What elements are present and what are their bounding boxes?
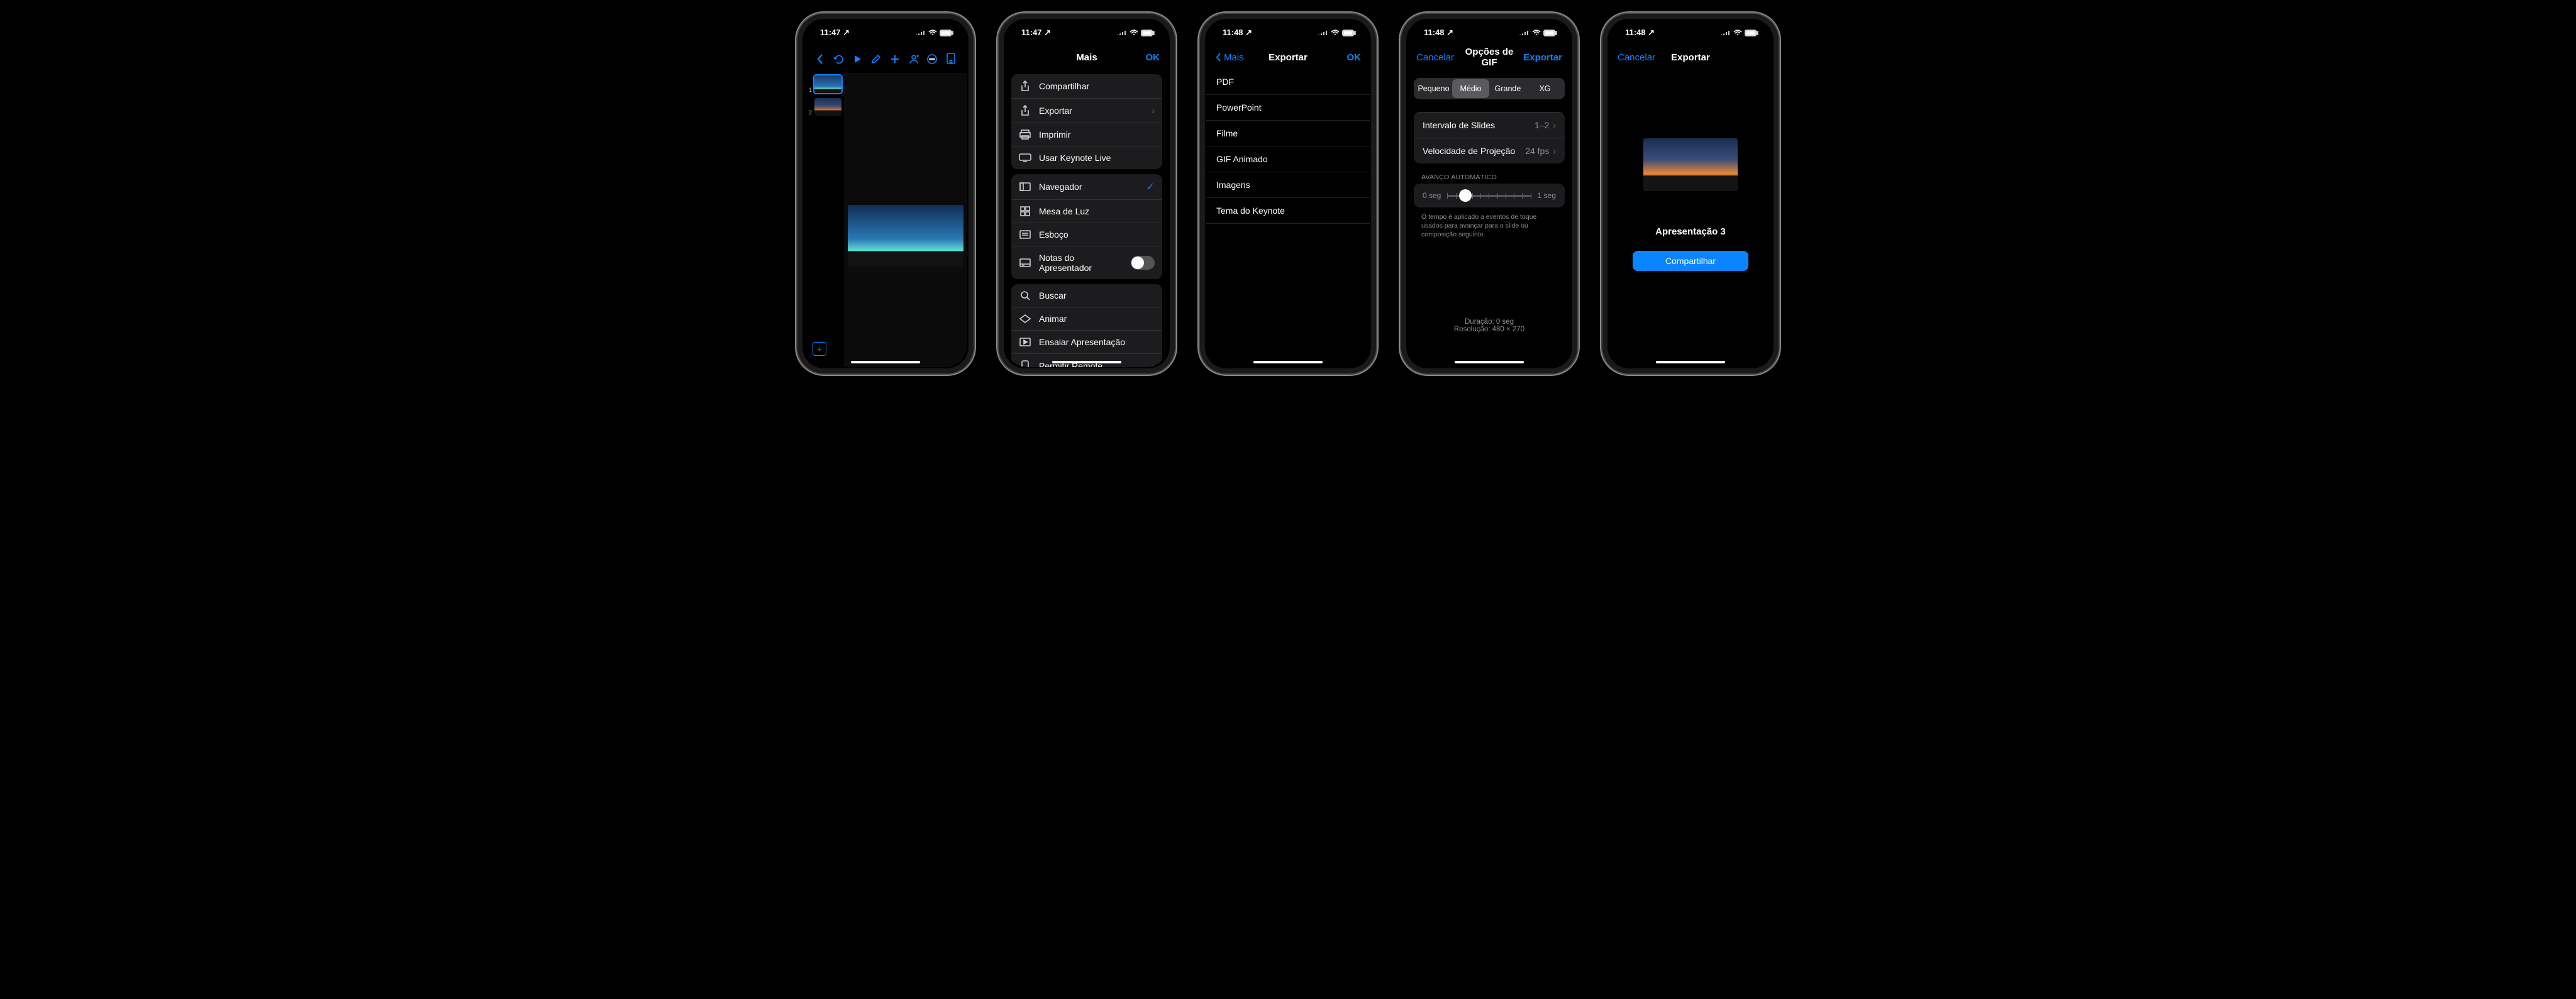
battery-icon [940, 30, 953, 36]
remote-icon [1019, 360, 1031, 367]
collab-icon[interactable] [908, 53, 920, 65]
auto-advance-slider[interactable]: 0 seg 1 seg [1414, 184, 1565, 207]
wifi-icon [1532, 30, 1541, 36]
seg-medium[interactable]: Médio [1452, 79, 1489, 98]
share-row[interactable]: Compartilhar [1011, 74, 1162, 98]
print-row[interactable]: Imprimir [1011, 123, 1162, 146]
grid-icon [1019, 206, 1031, 216]
export-info: Duração: 0 seg Resolução: 480 × 270 [1407, 318, 1571, 367]
export-row[interactable]: Exportar › [1011, 98, 1162, 123]
export-filename: Apresentação 3 [1655, 226, 1726, 237]
search-icon [1019, 290, 1031, 301]
phone-more-menu: 11:47 ↗ Mais OK Compartilhar Exportar [997, 13, 1176, 375]
share-button[interactable]: Compartilhar [1633, 251, 1748, 271]
outline-icon [1019, 230, 1031, 239]
battery-icon [1141, 30, 1155, 36]
wifi-icon [1130, 30, 1138, 36]
undo-icon[interactable] [833, 53, 845, 65]
battery-icon [1543, 30, 1557, 36]
animate-row[interactable]: Animar [1011, 307, 1162, 330]
rehearse-icon [1019, 338, 1031, 346]
export-powerpoint-row[interactable]: PowerPoint [1206, 95, 1370, 121]
battery-icon [1342, 30, 1356, 36]
export-button[interactable]: Exportar [1522, 52, 1562, 63]
wifi-icon [928, 30, 937, 36]
slider-thumb[interactable] [1459, 189, 1472, 202]
auto-advance-footnote: O tempo é aplicado a eventos de toque us… [1407, 207, 1571, 245]
cancel-button[interactable]: Cancelar [1416, 52, 1457, 63]
slide-navigator[interactable]: 1 2 [804, 73, 844, 367]
page-title: Mais [1054, 52, 1119, 63]
share-icon [1019, 80, 1031, 92]
export-preview-thumbnail [1643, 138, 1738, 191]
chevron-right-icon: › [1553, 146, 1556, 156]
phone-export-share: 11:48 ↗ Cancelar Exportar Apresentação 3… [1601, 13, 1780, 375]
export-icon [1019, 105, 1031, 116]
battery-icon [1745, 30, 1758, 36]
editor-toolbar [804, 45, 967, 73]
page-title: Exportar [1255, 52, 1321, 63]
export-movie-row[interactable]: Filme [1206, 121, 1370, 146]
back-icon[interactable] [814, 53, 826, 65]
export-gif-row[interactable]: GIF Animado [1206, 146, 1370, 172]
export-pdf-row[interactable]: PDF [1206, 69, 1370, 95]
phone-editor: 11:47 ↗ 1 2 + [796, 13, 975, 375]
rehearse-row[interactable]: Ensaiar Apresentação [1011, 330, 1162, 353]
checkmark-icon: ✓ [1146, 180, 1155, 193]
cancel-button[interactable]: Cancelar [1618, 52, 1658, 63]
navigator-view-row[interactable]: Navegador ✓ [1011, 174, 1162, 199]
play-icon[interactable] [851, 53, 863, 65]
ok-button[interactable]: OK [1321, 52, 1361, 63]
export-images-row[interactable]: Imagens [1206, 172, 1370, 198]
presenter-notes-toggle[interactable] [1131, 256, 1155, 270]
print-icon [1019, 130, 1031, 140]
chevron-right-icon: › [1553, 120, 1556, 130]
slide-range-row[interactable]: Intervalo de Slides 1–2› [1414, 112, 1565, 138]
add-slide-button[interactable]: + [813, 342, 826, 356]
search-row[interactable]: Buscar [1011, 284, 1162, 307]
light-table-row[interactable]: Mesa de Luz [1011, 199, 1162, 223]
chevron-right-icon: › [1152, 361, 1155, 367]
phone-export-formats: 11:48 ↗ Mais Exportar OK PDF PowerPoint … [1199, 13, 1377, 375]
back-button[interactable]: Mais [1215, 52, 1255, 63]
notes-icon [1019, 258, 1031, 267]
export-theme-row[interactable]: Tema do Keynote [1206, 198, 1370, 224]
chevron-right-icon: › [1152, 106, 1155, 116]
seg-xl[interactable]: XG [1526, 79, 1563, 98]
phone-gif-options: 11:48 ↗ Cancelar Opções de GIF Exportar … [1400, 13, 1579, 375]
wifi-icon [1733, 30, 1742, 36]
outline-row[interactable]: Esboço [1011, 223, 1162, 246]
slide-canvas[interactable] [844, 73, 967, 367]
page-title: Exportar [1658, 52, 1723, 63]
slide-content[interactable] [848, 205, 963, 267]
seg-small[interactable]: Pequeno [1415, 79, 1452, 98]
more-icon[interactable] [926, 53, 938, 65]
slide-thumbnail[interactable] [814, 98, 841, 116]
presenter-notes-row[interactable]: Notas do Apresentador [1011, 246, 1162, 279]
navigator-icon [1019, 182, 1031, 191]
keynote-live-row[interactable]: Usar Keynote Live [1011, 146, 1162, 169]
animate-icon [1019, 314, 1031, 323]
plus-icon[interactable] [889, 53, 901, 65]
frame-rate-row[interactable]: Velocidade de Projeção 24 fps› [1414, 138, 1565, 163]
allow-remote-row[interactable]: Permitir Remote › [1011, 353, 1162, 367]
auto-advance-header: AVANÇO AUTOMÁTICO [1407, 163, 1571, 184]
size-segmented-control[interactable]: Pequeno Médio Grande XG [1414, 78, 1565, 99]
seg-large[interactable]: Grande [1489, 79, 1526, 98]
tv-icon [1019, 153, 1031, 162]
chevron-left-icon [1215, 52, 1221, 62]
slide-thumbnail[interactable] [814, 75, 841, 93]
doc-icon[interactable] [945, 53, 957, 65]
page-title: Opções de GIF [1457, 47, 1522, 68]
ok-button[interactable]: OK [1119, 52, 1160, 63]
wifi-icon [1331, 30, 1340, 36]
brush-icon[interactable] [870, 53, 882, 65]
